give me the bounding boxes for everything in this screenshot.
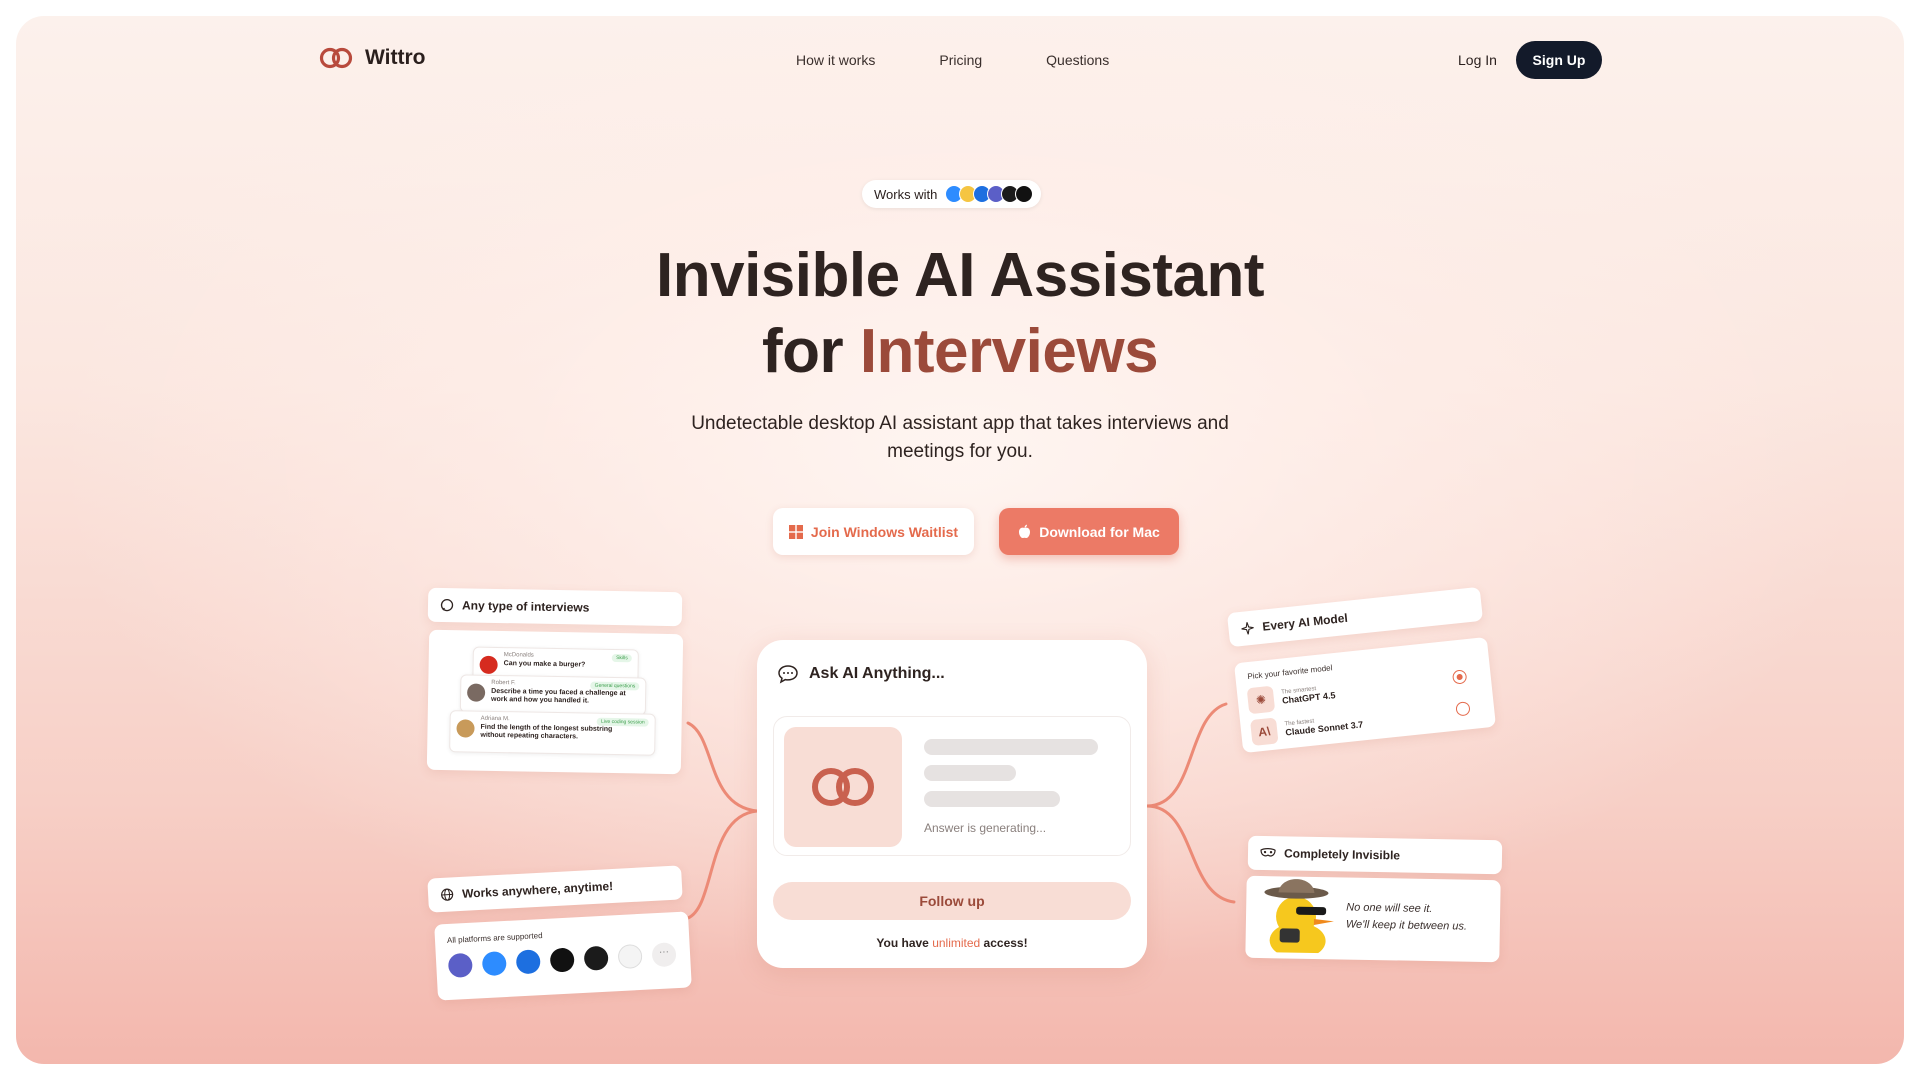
mac-button-label: Download for Mac [1039,523,1160,540]
model-text: The fastest Claude Sonnet 3.7 [1284,713,1363,737]
anthropic-icon: A\ [1249,717,1279,747]
anywhere-caption: All platforms are supported [446,931,543,946]
leetcode-icon [1015,185,1034,203]
interviews-label: Any type of interviews [461,598,590,615]
ask-ai-title: Ask AI Anything... [809,665,945,682]
speech-bubble-icon [778,665,798,684]
interview-row-tag: General questions [590,681,640,691]
invisible-label: Completely Invisible [1283,846,1401,863]
model-option-chatgpt[interactable]: ✺ The smartest ChatGPT 4.5 [1246,679,1337,715]
model-radio-selected[interactable] [1451,669,1468,685]
hero-subtitle-line2: meetings for you. [887,441,1033,462]
nav-questions[interactable]: Questions [1046,52,1109,68]
nav-pricing[interactable]: Pricing [939,52,982,68]
hero-title-prefix: for [761,317,860,386]
brand[interactable]: Wittro [319,46,425,70]
model-radio[interactable] [1455,701,1471,717]
invisible-quote: No one will see it. We'll keep it betwee… [1346,900,1468,936]
avatar [456,719,475,738]
ai-model-card: Pick your favorite model ✺ The smartest … [1233,636,1497,754]
hero-title-accent: Interviews [859,317,1159,386]
quote-line2: We'll keep it between us. [1345,918,1468,933]
windows-button-label: Join Windows Waitlist [810,523,959,540]
platform-icons: ··· [447,942,677,978]
mcdonalds-avatar [479,655,498,674]
ai-model-label-card: Every AI Model [1226,586,1484,648]
page-frame: Wittro How it works Pricing Questions Lo… [16,16,1904,1064]
access-text: You have unlimited access! [757,936,1147,950]
hackerrank-icon [583,945,609,971]
interview-row: Adriana M. Find the length of the longes… [449,710,656,756]
model-text: The smartest ChatGPT 4.5 [1281,684,1336,706]
interview-row-question: Can you make a burger? [503,660,586,669]
chat-bubble-icon [440,598,454,612]
interview-row: Robert F. Describe a time you faced a ch… [459,674,647,716]
openai-icon: ✺ [1246,685,1276,715]
loading-bar [924,765,1016,781]
works-with-pill: Works with [862,180,1042,208]
hero-title: Invisible AI Assistant for Interviews [16,238,1904,390]
works-with-label: Works with [874,186,938,202]
download-mac-button[interactable]: Download for Mac [999,508,1179,555]
apple-icon [1019,524,1031,539]
interview-row-name: Adriana M. [480,715,510,723]
loading-bar [924,791,1060,807]
google-meet-icon [617,943,643,970]
invisible-label-card: Completely Invisible [1247,835,1503,875]
windows-icon [788,524,803,539]
interviews-label-card: Any type of interviews [427,587,683,627]
interview-row-question: Find the length of the longest substring… [480,723,613,741]
anywhere-label: Works anywhere, anytime! [461,878,614,901]
hero-subtitle-line1: Undetectable desktop AI assistant app th… [691,413,1229,434]
interview-row-tag: Live coding session [596,717,649,727]
interview-row-question: Describe a time you faced a challenge at… [490,687,626,705]
ai-model-label: Every AI Model [1261,610,1349,634]
webex-icon [515,949,541,975]
answer-generating-text: Answer is generating... [924,821,1047,835]
anywhere-label-card: Works anywhere, anytime! [427,865,683,913]
hero-title-line2: for Interviews [16,314,1904,390]
globe-icon [441,888,454,901]
follow-up-button[interactable]: Follow up [773,882,1131,920]
invisible-card: No one will see it. We'll keep it betwee… [1245,875,1501,963]
zoom-icon [481,950,507,977]
access-prefix: You have [876,936,933,950]
access-suffix: access! [980,936,1028,950]
leetcode-icon [549,947,575,973]
teams-icon [447,952,473,978]
nav-how-it-works[interactable]: How it works [796,52,875,68]
ai-model-caption: Pick your favorite model [1246,663,1333,682]
spy-duck-icon [1264,879,1334,954]
loading-bar [924,739,1098,755]
ask-ai-card: Ask AI Anything... Answer is generating.… [757,640,1147,968]
join-windows-waitlist-button[interactable]: Join Windows Waitlist [773,508,974,555]
access-accent: unlimited [932,936,981,950]
anywhere-card: All platforms are supported ··· [434,911,692,1001]
mask-icon [1260,848,1276,857]
avatar [466,683,486,702]
more-icon: ··· [651,942,677,968]
answer-panel: Answer is generating... [773,716,1131,856]
interview-row-tag: Skills [612,653,632,663]
signup-button[interactable]: Sign Up [1516,41,1602,79]
top-nav: Wittro How it works Pricing Questions Lo… [16,16,1904,106]
hero-subtitle: Undetectable desktop AI assistant app th… [16,410,1904,466]
nav-links: How it works Pricing Questions [796,52,1109,68]
hero-title-line1: Invisible AI Assistant [655,241,1265,310]
sparkle-icon [1241,622,1254,635]
interview-row-name: McDonalds [503,652,534,659]
interview-row-name: Robert F. [491,679,516,687]
wittro-logo-icon [319,47,353,69]
interviews-card: McDonalds Can you make a burger? Skills … [426,629,684,775]
wittro-logo-icon [812,768,874,806]
model-option-claude[interactable]: A\ The fastest Claude Sonnet 3.7 [1249,708,1364,747]
login-link[interactable]: Log In [1458,52,1497,68]
ask-ai-header: Ask AI Anything... [777,664,945,684]
brand-name: Wittro [365,46,426,69]
answer-thumbnail [784,727,902,847]
quote-line1: No one will see it. [1346,901,1433,916]
works-with-icons [945,185,1034,203]
